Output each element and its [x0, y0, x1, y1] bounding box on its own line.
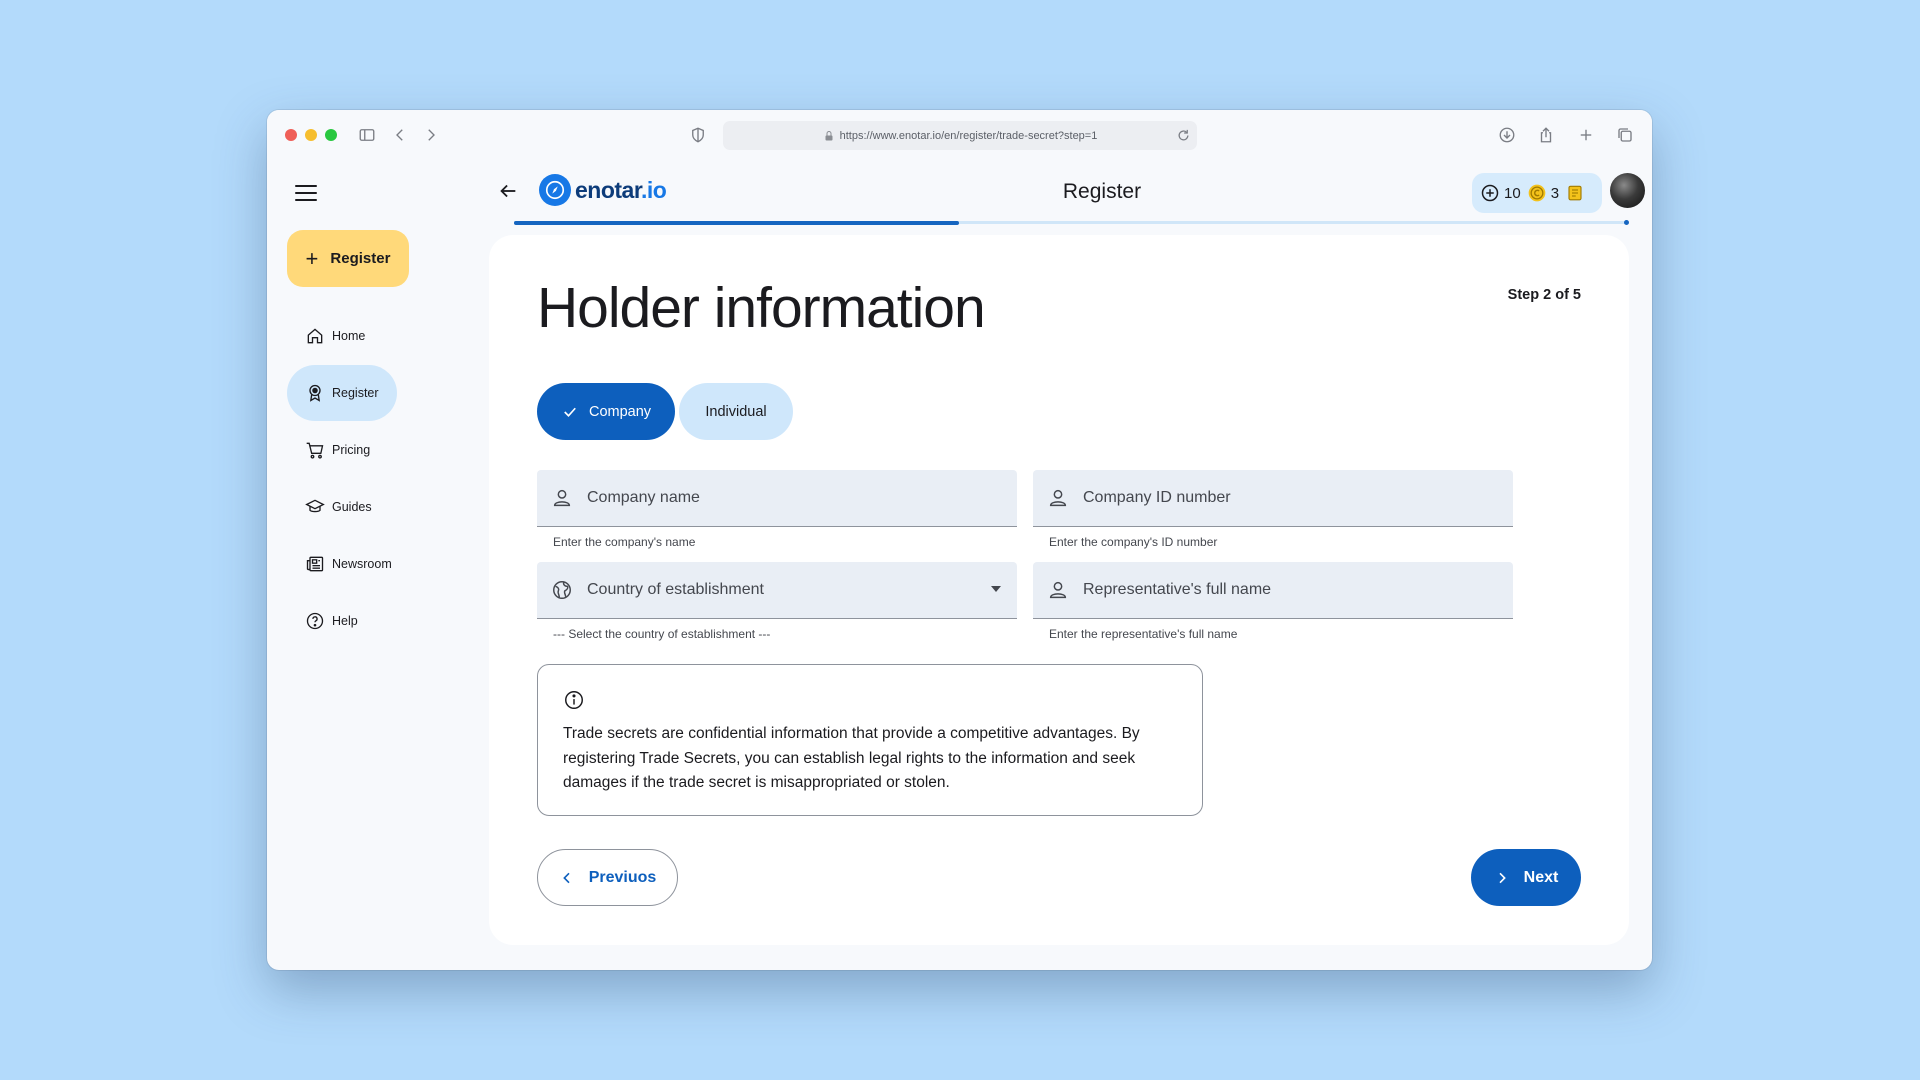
browser-toolbar: https://www.enotar.io/en/register/trade-…	[267, 110, 1652, 160]
certificate-icon	[1565, 183, 1585, 203]
representative-name-label: Representative's full name	[1083, 581, 1272, 598]
country-select[interactable]: Country of establishment	[537, 562, 1017, 619]
browser-window: https://www.enotar.io/en/register/trade-…	[267, 110, 1652, 970]
sidebar-item-label: Pricing	[332, 443, 371, 457]
previous-button[interactable]: Previuos	[537, 849, 678, 906]
sidebar-toggle-icon[interactable]	[355, 123, 379, 147]
company-id-helper: Enter the company's ID number	[1049, 535, 1218, 549]
share-icon[interactable]	[1534, 123, 1558, 147]
sidebar-item-help[interactable]: Help	[287, 593, 397, 649]
sidebar-item-label: Home	[332, 329, 366, 343]
award-icon	[309, 384, 321, 402]
step-indicator: Step 2 of 5	[1507, 287, 1581, 303]
step-progress-bar	[514, 221, 960, 225]
url-text: https://www.enotar.io/en/register/trade-…	[839, 129, 1098, 142]
company-name-label: Company name	[587, 489, 700, 506]
enotario-logo[interactable]: enotar.io	[539, 174, 667, 206]
shield-icon[interactable]	[686, 123, 710, 147]
plus-credit-count: 10	[1504, 184, 1521, 202]
sidebar: + Register Home Register Pricing Guides …	[267, 160, 467, 970]
graduation-cap-icon	[305, 499, 325, 513]
segment-company-button[interactable]: Company	[537, 383, 675, 440]
company-name-helper: Enter the company's name	[553, 535, 696, 549]
sidebar-item-pricing[interactable]: Pricing	[287, 422, 397, 478]
next-button[interactable]: Next	[1471, 849, 1581, 906]
company-name-field[interactable]: Company name	[537, 470, 1017, 527]
form-card: Step 2 of 5 Holder information Company I…	[489, 235, 1629, 945]
address-bar[interactable]: https://www.enotar.io/en/register/trade-…	[723, 121, 1197, 150]
coin-icon	[1527, 183, 1547, 203]
sidebar-item-label: Newsroom	[332, 557, 392, 571]
logo-text: enotar.io	[575, 176, 667, 203]
register-fab-label: Register	[330, 250, 391, 267]
download-icon[interactable]	[1495, 123, 1519, 147]
company-id-label: Company ID number	[1083, 489, 1231, 506]
person-icon	[553, 489, 571, 507]
maximize-window-button[interactable]	[325, 129, 337, 141]
check-icon	[564, 407, 576, 417]
credits-badge[interactable]: 10 3	[1472, 173, 1602, 213]
browser-forward-icon[interactable]	[419, 123, 443, 147]
segment-company-label: Company	[588, 403, 652, 420]
sidebar-item-home[interactable]: Home	[287, 308, 397, 364]
next-button-label: Next	[1523, 868, 1559, 886]
sidebar-item-register[interactable]: Register	[287, 365, 397, 421]
globe-icon	[553, 581, 571, 599]
sidebar-item-newsroom[interactable]: Newsroom	[287, 536, 397, 592]
new-tab-icon[interactable]	[1574, 123, 1598, 147]
reload-icon[interactable]	[1176, 128, 1191, 143]
chevron-down-icon	[991, 586, 1001, 592]
info-icon	[565, 691, 583, 709]
hamburger-menu-icon[interactable]	[295, 185, 317, 203]
coin-count: 3	[1550, 184, 1560, 202]
sidebar-item-guides[interactable]: Guides	[287, 479, 397, 535]
page-title: Register	[1062, 180, 1142, 203]
help-circle-icon	[306, 612, 324, 630]
sidebar-item-label: Help	[332, 614, 358, 628]
segment-individual-button[interactable]: Individual	[679, 383, 793, 440]
compass-logo-icon	[539, 174, 571, 206]
cart-icon	[306, 442, 324, 459]
plus-circle-icon	[1480, 183, 1500, 203]
company-id-field[interactable]: Company ID number	[1033, 470, 1513, 527]
chevron-right-icon	[1499, 872, 1506, 883]
step-progress-end-dot	[1624, 220, 1629, 225]
newspaper-icon	[306, 556, 324, 572]
home-icon	[307, 328, 323, 344]
sidebar-item-label: Register	[332, 386, 379, 400]
previous-button-label: Previuos	[588, 868, 657, 886]
form-heading: Holder information	[537, 276, 986, 340]
user-avatar[interactable]	[1610, 173, 1645, 208]
representative-name-field[interactable]: Representative's full name	[1033, 562, 1513, 619]
register-fab-button[interactable]: + Register	[287, 230, 409, 287]
info-text: Trade secrets are confidential informati…	[563, 725, 1140, 791]
segment-individual-label: Individual	[705, 403, 767, 420]
person-icon	[1049, 489, 1067, 507]
representative-name-helper: Enter the representative's full name	[1049, 627, 1238, 641]
close-window-button[interactable]	[285, 129, 297, 141]
tab-overview-icon[interactable]	[1613, 123, 1637, 147]
country-label: Country of establishment	[587, 581, 764, 598]
chevron-left-icon	[562, 872, 570, 883]
info-box: Trade secrets are confidential informati…	[537, 664, 1203, 816]
browser-back-icon[interactable]	[388, 123, 412, 147]
country-helper: --- Select the country of establishment …	[553, 627, 771, 641]
lock-icon	[825, 130, 833, 140]
person-icon	[1049, 581, 1067, 599]
back-arrow-icon[interactable]	[497, 180, 521, 204]
minimize-window-button[interactable]	[305, 129, 317, 141]
plus-icon: +	[305, 245, 319, 271]
sidebar-item-label: Guides	[332, 500, 372, 514]
